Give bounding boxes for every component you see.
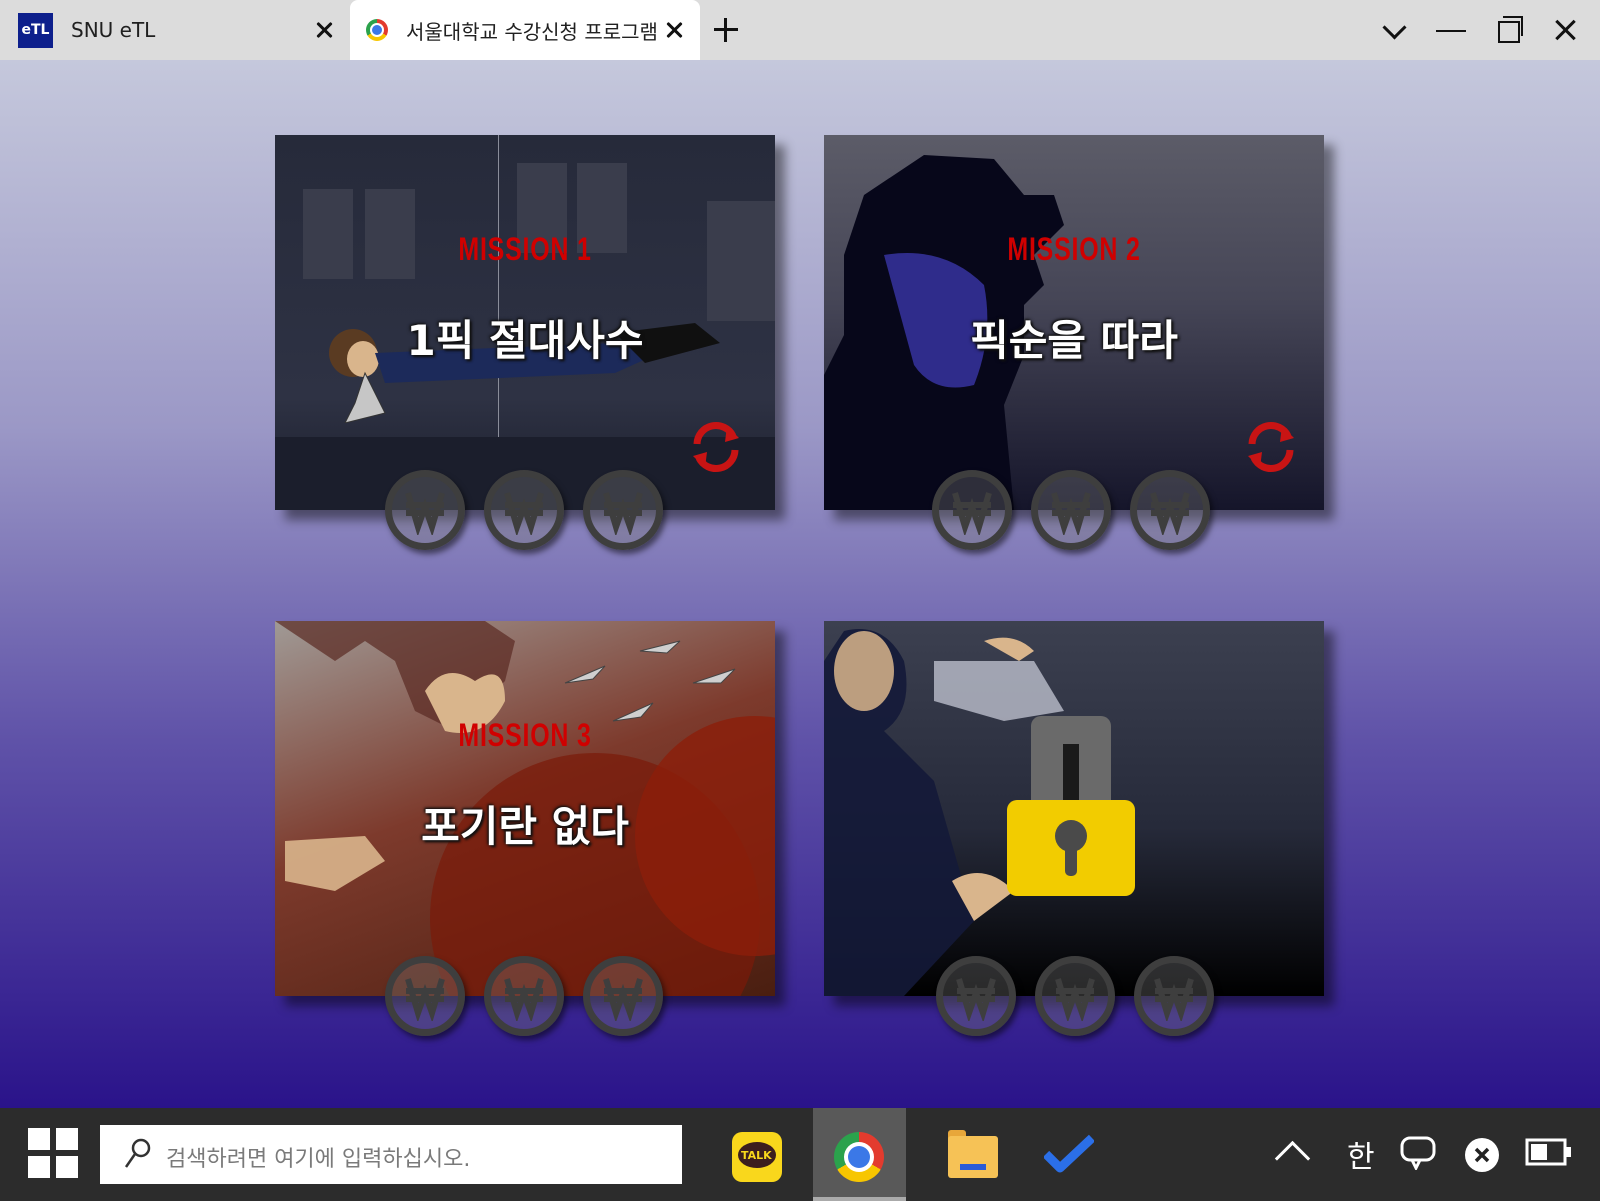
tab-snu-etl[interactable]: eTL SNU eTL [0,0,350,60]
won-coin-icon [936,956,1016,1036]
chrome-icon [366,19,388,41]
chrome-icon [834,1132,884,1182]
file-explorer-icon [948,1130,998,1178]
taskbar: 검색하려면 여기에 입력하십시오. TALK 한 [0,1108,1600,1201]
tab-title: 서울대학교 수강신청 프로그램 [406,19,658,44]
won-coin-icon [932,470,1012,550]
mission-select-screen: MISSION 1 1픽 절대사수 MISSION 2 픽순을 따라 MISSI… [0,60,1600,1108]
etl-logo-icon: eTL [18,12,53,48]
won-coin-icon [1130,470,1210,550]
todo-icon [1044,1134,1094,1173]
file-explorer-taskbar-button[interactable] [945,1108,1005,1201]
mission-card-1[interactable]: MISSION 1 1픽 절대사수 [275,135,775,550]
close-icon[interactable] [664,20,684,40]
coin-row [385,956,665,1036]
coin-row [932,470,1212,550]
windows-start-icon[interactable] [28,1128,78,1178]
mission-title: 1픽 절대사수 [406,316,644,365]
won-coin-icon [583,470,663,550]
mission-label: MISSION 2 [1007,231,1141,267]
kakaotalk-taskbar-button[interactable]: TALK [730,1108,800,1201]
mission-card-locked[interactable] [824,621,1324,1036]
chrome-taskbar-button[interactable] [813,1108,906,1201]
refresh-icon[interactable] [689,420,743,474]
chevron-up-icon[interactable] [1274,1140,1311,1177]
won-coin-icon [1035,956,1115,1036]
mission-card-2[interactable]: MISSION 2 픽순을 따라 [824,135,1324,550]
kakaotalk-icon: TALK [732,1132,782,1182]
mission-label: MISSION 3 [458,717,592,753]
won-coin-icon [385,956,465,1036]
won-coin-icon [583,956,663,1036]
coin-row [936,956,1216,1036]
window-close-icon[interactable] [1550,15,1580,45]
search-placeholder: 검색하려면 여기에 입력하십시오. [166,1147,471,1172]
refresh-icon[interactable] [1244,420,1298,474]
won-coin-icon [484,956,564,1036]
search-icon [124,1138,151,1168]
battery-icon[interactable] [1525,1136,1573,1168]
tab-registration[interactable]: 서울대학교 수강신청 프로그램 [350,0,700,60]
won-coin-icon [484,470,564,550]
chat-bubble-icon[interactable] [1400,1136,1436,1170]
restore-icon[interactable] [1496,15,1526,45]
ime-indicator[interactable]: 한 [1347,1132,1375,1176]
tab-title: SNU eTL [71,18,156,42]
mission-title: 픽순을 따라 [970,316,1178,365]
won-coin-icon [1134,956,1214,1036]
taskbar-search-box[interactable]: 검색하려면 여기에 입력하십시오. [100,1125,682,1184]
coin-row [385,470,665,550]
won-coin-icon [385,470,465,550]
kakaotalk-icon-label: TALK [741,1149,772,1162]
won-coin-icon [1031,470,1111,550]
minimize-icon[interactable] [1436,15,1466,45]
close-icon[interactable] [314,20,334,40]
mission-label: MISSION 1 [458,231,592,267]
mission-title: 포기란 없다 [421,802,629,851]
close-circle-icon[interactable] [1465,1138,1499,1172]
new-tab-plus-icon[interactable] [714,18,738,42]
browser-titlebar: eTL SNU eTL 서울대학교 수강신청 프로그램 [0,0,1600,60]
lock-icon [1007,716,1135,896]
mission-card-3[interactable]: MISSION 3 포기란 없다 [275,621,775,1036]
todo-taskbar-button[interactable] [1040,1108,1100,1201]
tab-search-chevron-icon[interactable] [1381,15,1411,45]
